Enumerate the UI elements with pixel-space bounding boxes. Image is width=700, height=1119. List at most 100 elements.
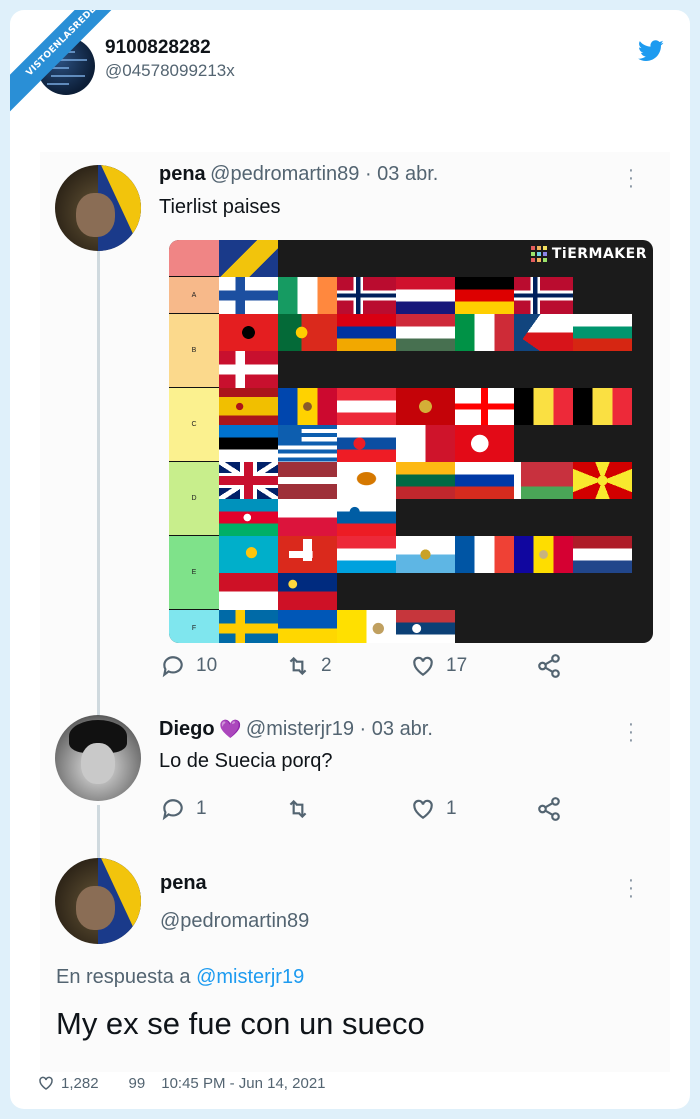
share-button[interactable]: [536, 653, 562, 679]
retweet-button[interactable]: 2: [285, 653, 332, 679]
pena-avatar[interactable]: [55, 858, 141, 944]
thread-line: [97, 805, 100, 865]
flag-norway: [514, 277, 573, 314]
flag-austria: [337, 388, 396, 425]
reply-icon: [162, 656, 183, 678]
tweet1-name[interactable]: pena: [159, 163, 206, 185]
timestamp[interactable]: 10:45 PM - Jun 14, 2021: [161, 1075, 325, 1092]
flag-germany: [455, 277, 514, 314]
tweet1-text: Tierlist paises: [159, 196, 281, 218]
flag-spain: [219, 388, 278, 425]
flag-latvia: [278, 462, 337, 499]
share-icon: [538, 654, 560, 678]
diego-avatar[interactable]: [55, 715, 141, 801]
tiermaker-logo: TiERMAKER: [530, 246, 647, 262]
flag-sanmarino: [396, 536, 455, 573]
flag-uk: [219, 462, 278, 499]
flag-turkey: [455, 425, 514, 462]
retweet-icon: [289, 656, 307, 676]
flag-ukraine: [278, 610, 337, 643]
tweet3-handle[interactable]: @pedromartin89: [160, 910, 309, 933]
like-icon: [413, 656, 433, 676]
retweet-button[interactable]: [285, 796, 321, 822]
flag-serbia: [396, 610, 455, 643]
flag-switzerland: [278, 536, 337, 573]
flag-croatia: [396, 277, 455, 314]
like-button[interactable]: 1: [410, 796, 457, 822]
flag-netherlands: [573, 536, 632, 573]
flag-italy: [455, 314, 514, 351]
pena-avatar[interactable]: [55, 165, 141, 251]
flag-andorra: [514, 536, 573, 573]
tier-label: E: [169, 536, 219, 610]
like-icon: [413, 799, 433, 819]
flag-azerbaijan: [219, 499, 278, 536]
flag-belarus: [514, 462, 573, 499]
flag-belgium: [573, 388, 632, 425]
tweet3-name[interactable]: pena: [160, 872, 207, 895]
thread-line: [97, 250, 100, 720]
twitter-bird-icon: [638, 40, 664, 61]
flag-vatican: [337, 610, 396, 643]
flag-montenegro: [396, 388, 455, 425]
flag-luxembourg: [337, 536, 396, 573]
flag-finland: [219, 277, 278, 314]
flag-greece: [278, 425, 337, 462]
footer-stats: 1,282 99 10:45 PM - Jun 14, 2021: [37, 1074, 326, 1092]
tier-label: [169, 240, 219, 277]
flag-russia: [455, 462, 514, 499]
tierlist-image[interactable]: TiERMAKER ABCDEF: [169, 240, 653, 643]
flag-bulgaria: [573, 314, 632, 351]
flag-france: [455, 536, 514, 573]
flag-hungary: [396, 314, 455, 351]
tier-label: B: [169, 314, 219, 388]
reply-button[interactable]: 10: [160, 653, 217, 679]
more-icon[interactable]: · · ·: [625, 714, 637, 750]
tier-label: D: [169, 462, 219, 536]
tweet2-name[interactable]: Diego: [159, 718, 215, 740]
flag-malta: [396, 425, 455, 462]
share-button[interactable]: [536, 796, 562, 822]
author-handle[interactable]: @04578099213x: [105, 61, 235, 81]
flag-czech: [514, 314, 573, 351]
author-name[interactable]: 9100828282: [105, 37, 211, 59]
like-button[interactable]: 17: [410, 653, 467, 679]
like-icon[interactable]: [37, 1074, 55, 1092]
flag-kazakhstan: [219, 536, 278, 573]
share-icon: [538, 797, 560, 821]
tweet2-meta[interactable]: @misterjr19 · 03 abr.: [246, 718, 433, 740]
purple-heart-icon: 💜: [219, 719, 242, 739]
flag-monaco: [219, 573, 278, 610]
retweet-icon: [289, 799, 307, 819]
flag-macedonia: [573, 462, 632, 499]
flag-slovakia: [337, 425, 396, 462]
like-count: 1,282: [61, 1074, 99, 1092]
reply-count: 99: [128, 1074, 146, 1092]
flag-belgium: [514, 388, 573, 425]
tweet2-text: Lo de Suecia porq?: [159, 750, 333, 772]
tweet-card: VISTOENLASREDES 9100828282 @04578099213x…: [10, 10, 690, 1109]
flag-moldova: [278, 388, 337, 425]
more-icon[interactable]: · · ·: [625, 160, 637, 196]
flag-portugal: [278, 314, 337, 351]
tweet1-meta[interactable]: @pedromartin89 · 03 abr.: [210, 163, 438, 185]
more-icon[interactable]: · · ·: [625, 870, 637, 906]
flag-poland: [278, 499, 337, 536]
reply-to-link[interactable]: @misterjr19: [196, 966, 304, 988]
tweet3-text: My ex se fue con un sueco: [56, 1006, 425, 1041]
flag-estonia: [219, 425, 278, 462]
flag-ireland: [278, 277, 337, 314]
flag-georgia: [455, 388, 514, 425]
tier-label: F: [169, 610, 219, 643]
reply-button[interactable]: 1: [160, 796, 207, 822]
tier-label: C: [169, 388, 219, 462]
flag-norway: [337, 277, 396, 314]
flag-armenia: [337, 314, 396, 351]
flag-lithuania: [396, 462, 455, 499]
tier-label: A: [169, 277, 219, 314]
flag-slovenia: [337, 499, 396, 536]
flag-albania: [219, 314, 278, 351]
flag-cyprus: [337, 462, 396, 499]
flag-sweden: [219, 610, 278, 643]
reply-context: En respuesta a @misterjr19: [56, 966, 305, 988]
